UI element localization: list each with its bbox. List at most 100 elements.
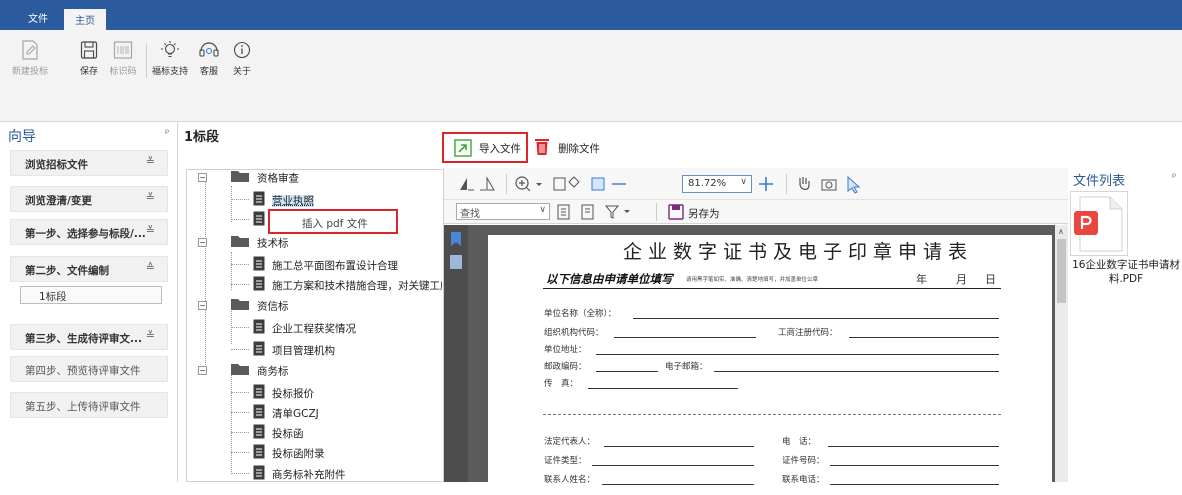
- file-name[interactable]: 16企业数字证书申请材料.PDF: [1071, 258, 1181, 286]
- tree-node-label: 投标函: [272, 428, 304, 440]
- rotate-icons[interactable]: [458, 176, 498, 192]
- chevron-down-icon: ∨: [740, 177, 747, 187]
- viewer-toolbar: 81.72% ∨: [444, 168, 1068, 200]
- vertical-scrollbar[interactable]: ∧: [1055, 225, 1068, 482]
- document-icon: [253, 211, 265, 231]
- tree-file-node[interactable]: 施工方案和技术措施合理，对关键工序: [253, 276, 442, 292]
- tree-folder-node[interactable]: 商务标: [230, 362, 289, 378]
- field-line: [592, 465, 754, 466]
- document-icon: [253, 404, 265, 424]
- page-fit-icons[interactable]: [552, 175, 632, 193]
- tree-file-node[interactable]: 施工总平面图布置设计合理: [253, 256, 398, 272]
- field-line: [602, 484, 754, 485]
- import-file-button[interactable]: 导入文件: [442, 132, 528, 163]
- field-cert-type: 证件类型：: [544, 456, 587, 466]
- tree-file-node[interactable]: 投标函附录: [253, 444, 325, 460]
- tree-file-node[interactable]: 营业执照: [253, 191, 314, 207]
- delete-file-button[interactable]: 删除文件: [533, 136, 600, 159]
- field-email: 电子邮箱：: [665, 362, 708, 372]
- scroll-up-icon[interactable]: ∧: [1058, 227, 1064, 236]
- collapse-toggle-icon[interactable]: −: [198, 238, 207, 247]
- form-divider: [543, 288, 1001, 289]
- document-icon: [253, 256, 265, 276]
- hand-camera-select-icons[interactable]: [796, 174, 876, 194]
- form-subtitle-note: 请用黑字笔如实、准确、清楚地填写，并加盖单位公章: [686, 277, 819, 283]
- form-title: 企业数字证书及电子印章申请表: [622, 241, 973, 263]
- folder-icon: [230, 234, 250, 253]
- tree-file-node[interactable]: 商务标补充附件: [253, 465, 346, 481]
- field-unit-name: 单位名称（全称）：: [544, 309, 617, 319]
- collapse-toggle-icon[interactable]: −: [198, 301, 207, 310]
- field-line: [604, 446, 754, 447]
- tree-node-label: 营业执照: [272, 195, 314, 207]
- tree-file-node[interactable]: 项目管理机构: [253, 341, 335, 357]
- scrollbar-thumb[interactable]: [1057, 239, 1066, 303]
- tree-file-node[interactable]: 投标函: [253, 424, 304, 440]
- tree-connector: [231, 327, 249, 328]
- field-phone: 电 话：: [782, 437, 817, 447]
- zoom-level-select[interactable]: 81.72% ∨: [682, 175, 752, 193]
- field-line: [633, 318, 999, 319]
- tree-node-label: 技术标: [257, 237, 289, 250]
- pin-icon[interactable]: ᵖ: [1172, 172, 1176, 183]
- form-month: 月: [956, 273, 967, 286]
- field-biz-reg: 工商注册代码：: [778, 328, 838, 338]
- field-line: [828, 446, 999, 447]
- tree-folder-node[interactable]: 资信标: [230, 297, 289, 313]
- document-icon: [253, 465, 265, 482]
- field-org-code: 组织机构代码：: [544, 328, 604, 338]
- bookmark-thumbnail-icons[interactable]: [449, 231, 463, 271]
- search-input[interactable]: 查找 ∨: [456, 203, 550, 220]
- field-line: [830, 484, 999, 485]
- plus-icon[interactable]: [758, 176, 774, 192]
- tree-file-node[interactable]: 企业工程获奖情况: [253, 319, 356, 335]
- tree-node-label: 投标函附录: [272, 448, 325, 460]
- toolbar-separator: [506, 174, 507, 194]
- tree-connector: [231, 349, 249, 350]
- form-subtitle: 以下信息由申请单位填写: [546, 272, 673, 286]
- zoom-in-icon[interactable]: [514, 175, 542, 193]
- document-icon: [253, 384, 265, 404]
- field-postcode: 邮政编码：: [544, 362, 587, 372]
- save-as-icon[interactable]: [668, 204, 684, 220]
- search-nav-icons[interactable]: [556, 204, 676, 220]
- tree-node-label: 企业工程获奖情况: [272, 323, 356, 335]
- tree-node-label: 项目管理机构: [272, 345, 335, 357]
- folder-icon: [230, 297, 250, 316]
- collapse-toggle-icon[interactable]: −: [198, 366, 207, 375]
- tree-node-list: 资格审查 − 营业执照技术标 − 施工总平面图布置设计合理施工方案和技术措施合理，对关键…: [0, 0, 442, 482]
- field-line: [614, 337, 756, 338]
- document-icon: [253, 319, 265, 339]
- context-menu-insert-pdf[interactable]: 插入 pdf 文件: [268, 209, 398, 234]
- tree-node-label: 商务标补充附件: [272, 469, 346, 481]
- trash-icon: [535, 139, 549, 155]
- tree-folder-node[interactable]: 资格审查: [230, 169, 299, 185]
- file-list-title: 文件列表: [1073, 174, 1126, 189]
- tree-folder-node[interactable]: 技术标: [230, 234, 289, 250]
- form-dashed-divider: [543, 414, 1001, 415]
- tree-connector: [231, 392, 249, 393]
- document-icon: [253, 276, 265, 296]
- tree-connector: [231, 452, 249, 453]
- viewer-sidebar: [444, 225, 468, 482]
- field-line: [596, 371, 658, 372]
- tree-connector: [231, 412, 249, 413]
- field-line: [714, 371, 999, 372]
- file-thumbnail[interactable]: [1070, 191, 1128, 256]
- document-icon: [253, 341, 265, 361]
- field-fax: 传 真：: [544, 379, 579, 389]
- collapse-toggle-icon[interactable]: −: [198, 173, 207, 182]
- save-as-label[interactable]: 另存为: [688, 206, 720, 221]
- chevron-down-icon: ∨: [539, 205, 546, 215]
- pdf-viewer: 81.72% ∨ 查找 ∨ 另存为 ∧ 企业数字证书及电子印章申请表 以下信息由…: [443, 168, 1068, 495]
- tree-file-node[interactable]: 清单GCZJ: [253, 404, 319, 420]
- tree-file-node[interactable]: 投标报价: [253, 384, 314, 400]
- viewer-toolbar-secondary: 查找 ∨: [444, 200, 1068, 224]
- tree-node-label: 施工总平面图布置设计合理: [272, 260, 398, 272]
- form-year: 年: [916, 273, 927, 286]
- field-legal-rep: 法定代表人：: [544, 437, 596, 447]
- tree-connector: [231, 199, 249, 200]
- field-contact-name: 联系人姓名：: [544, 475, 596, 485]
- tree-node-label: 投标报价: [272, 388, 314, 400]
- tree-node-label: 资信标: [257, 300, 289, 313]
